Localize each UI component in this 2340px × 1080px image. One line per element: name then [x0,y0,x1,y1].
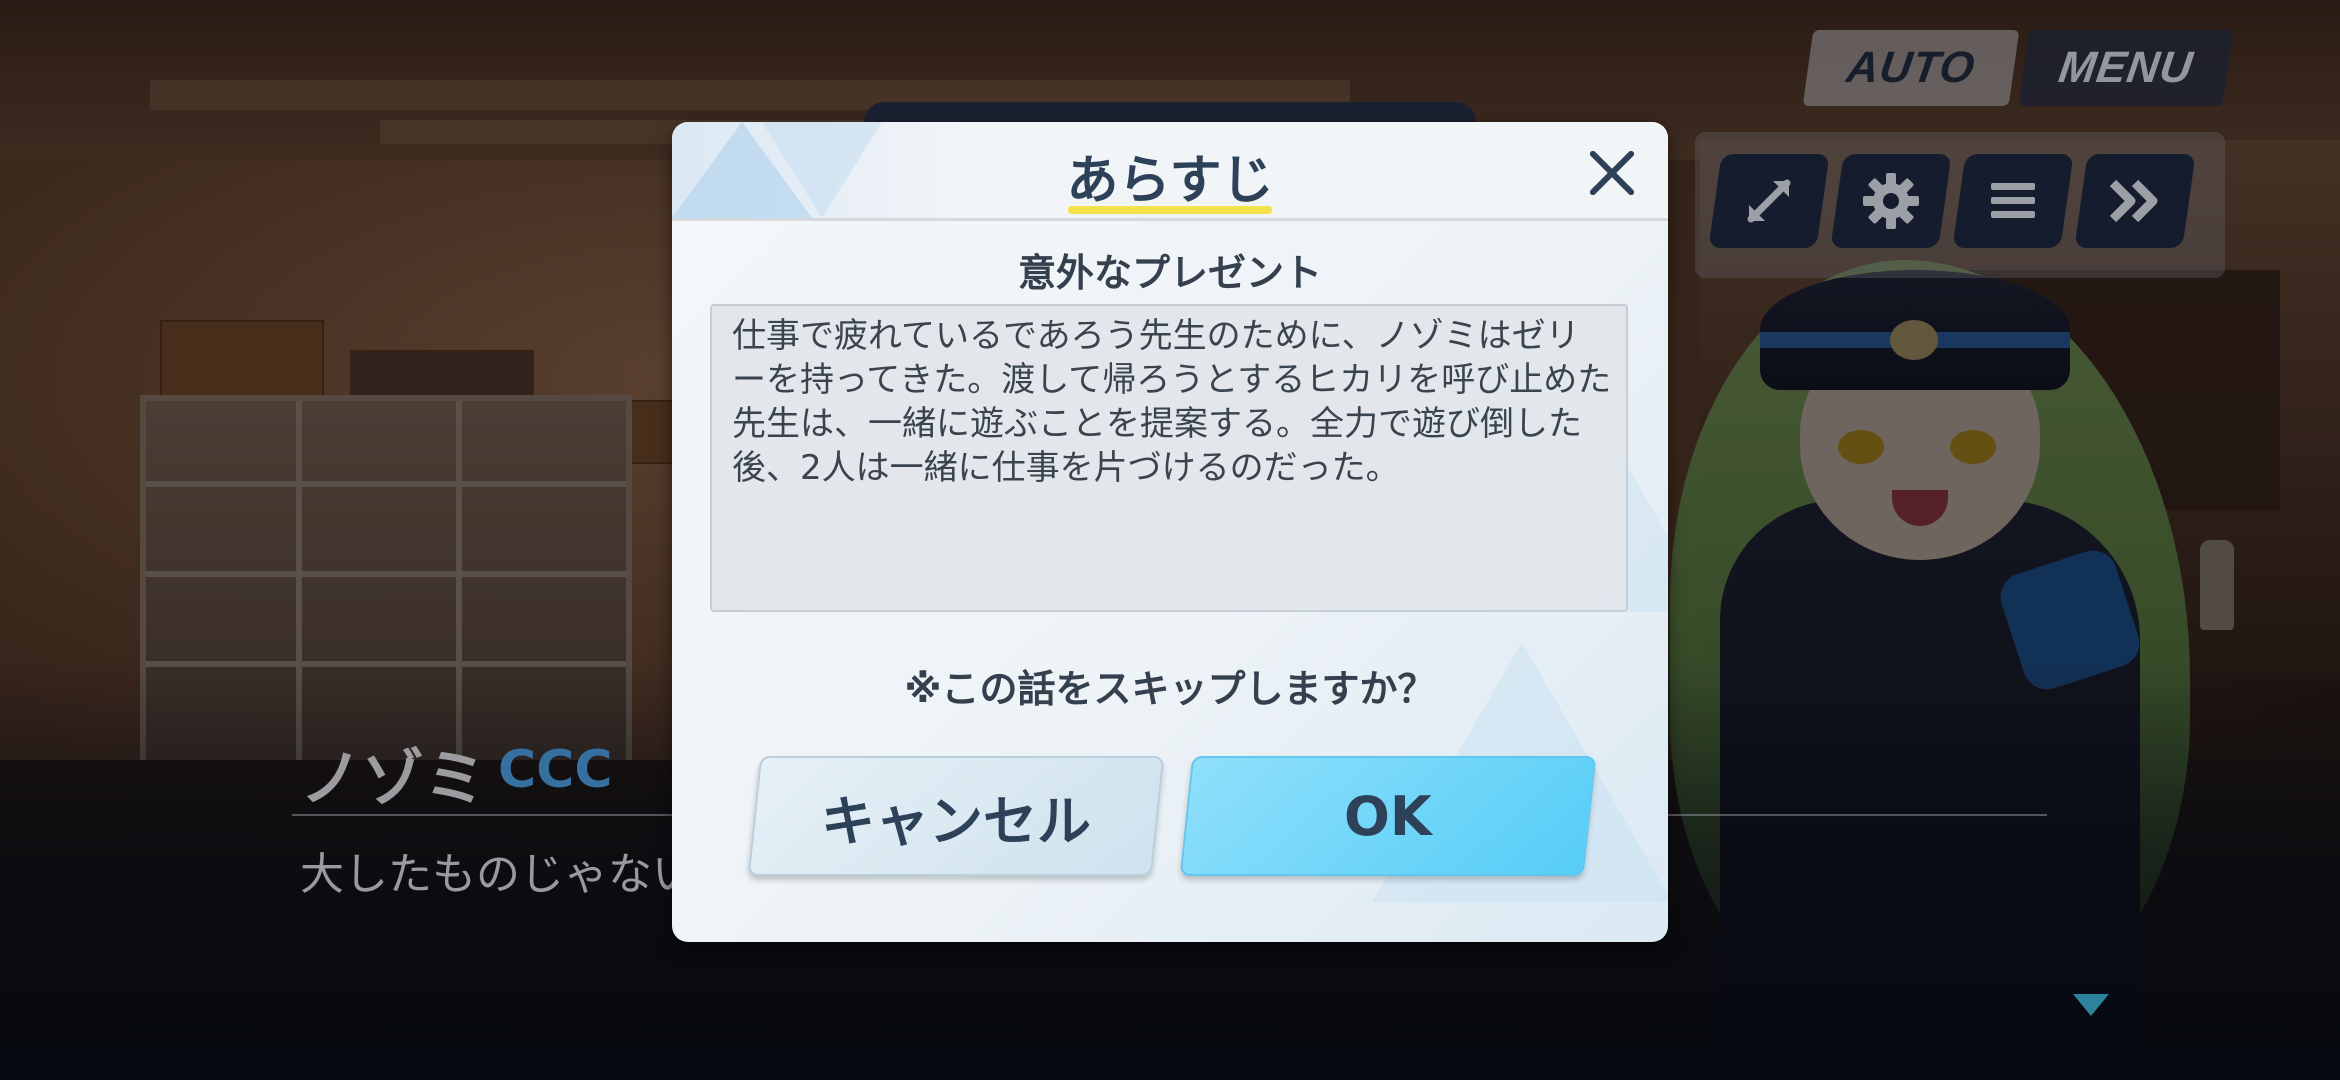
summary-text: 仕事で疲れているであろう先生のために、ノゾミはゼリーを持ってきた。渡して帰ろうと… [732,316,1612,488]
ok-button[interactable]: OK [1179,756,1597,876]
ok-button-label: OK [1344,784,1432,848]
skip-question: ※この話をスキップしますか？ [904,667,1436,711]
cancel-button[interactable]: キャンセル [747,756,1165,876]
modal-title: あらすじ [1066,151,1274,211]
cancel-button-label: キャンセル [821,789,1091,853]
modal-header: あらすじ [672,122,1668,221]
title-underline [1068,206,1272,214]
summary-modal: あらすじ 意外なプレゼント 仕事で疲れているであろう先生のために、ノゾミはゼリー… [672,122,1668,942]
close-icon[interactable] [1584,146,1638,200]
summary-box: 仕事で疲れているであろう先生のために、ノゾミはゼリーを持ってきた。渡して帰ろうと… [710,304,1628,612]
episode-title: 意外なプレゼント [1017,251,1322,295]
